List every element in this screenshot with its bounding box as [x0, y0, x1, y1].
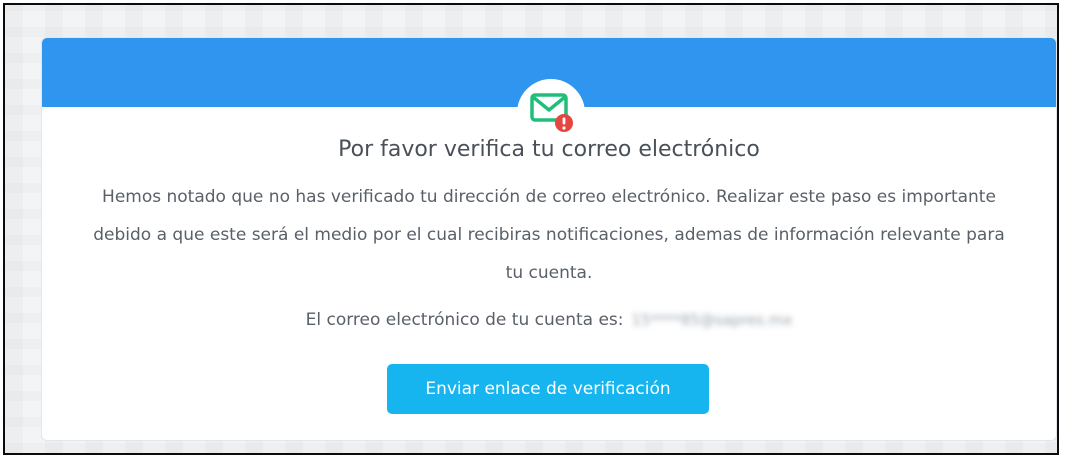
email-label: El correo electrónico de tu cuenta es:: [305, 310, 624, 330]
send-verification-button[interactable]: Enviar enlace de verificación: [387, 364, 709, 414]
card-description: Hemos notado que no has verificado tu di…: [93, 187, 1005, 283]
verification-card: Por favor verifica tu correo electrónico…: [41, 37, 1057, 441]
email-value: 15****85@sapres.mx: [631, 311, 793, 329]
card-title: Por favor verifica tu correo electrónico: [338, 137, 760, 162]
email-line: El correo electrónico de tu cuenta es: 15…: [42, 310, 1056, 330]
screenshot-frame: Por favor verifica tu correo electrónico…: [3, 3, 1059, 455]
